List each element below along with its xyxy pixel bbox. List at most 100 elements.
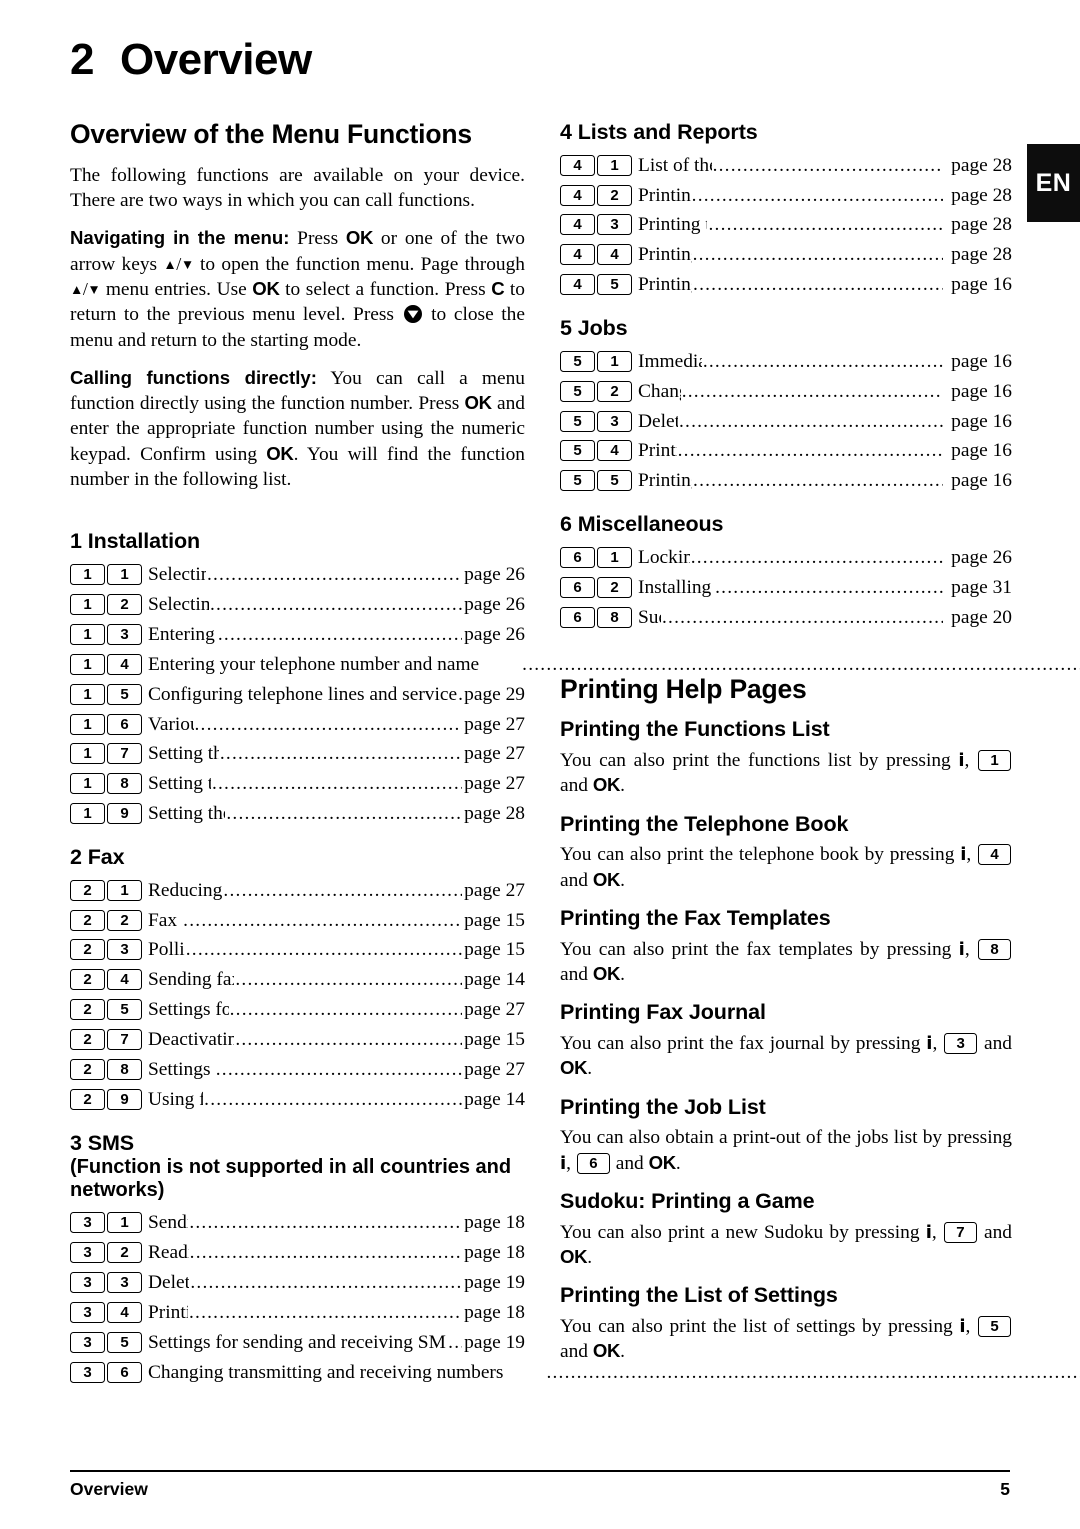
toc-entry[interactable]: 23 Polling send page 15 — [70, 935, 525, 965]
toc-entry[interactable]: 12 Selecting the language page 26 — [70, 590, 525, 620]
toc-entry[interactable]: 33 Deleting SMS page 19 — [70, 1268, 525, 1298]
toc-entry[interactable]: 18 Setting the ring volume page 27 — [70, 769, 525, 799]
section-heading-printing-help-pages: Printing Help Pages — [560, 673, 807, 704]
toc-entry[interactable]: 44 Printing the settings page 28 — [560, 240, 1012, 270]
toc-entry[interactable]: 28 Settings for fax reception page 27 — [70, 1055, 525, 1085]
key-box-1: 1 — [70, 743, 105, 765]
leader-dots — [212, 769, 462, 799]
leader-dots — [679, 407, 943, 437]
toc-entry-text: Setting the ring volume — [148, 773, 211, 795]
toc-entry[interactable]: 35 Settings for sending and receiving SM… — [70, 1328, 525, 1358]
leader-dots — [204, 1085, 462, 1115]
toc-page-ref: page 18 — [464, 1242, 525, 1264]
toc-entry[interactable]: 11 Selecting the country page 26 — [70, 560, 525, 590]
key-box: 7 — [943, 1221, 977, 1243]
key-box-2: 3 — [107, 1272, 142, 1294]
stop-key-icon — [403, 304, 423, 324]
function-code: 68 — [560, 603, 632, 633]
function-code: 11 — [70, 560, 142, 590]
toc-entry[interactable]: 24 Sending fax later (= timer function) … — [70, 965, 525, 995]
toc-page-ref: page 28 — [951, 154, 1012, 176]
key-box-2: 1 — [107, 1212, 142, 1234]
toc-entry[interactable]: 31 Sending SMS page 18 — [70, 1208, 525, 1238]
toc-entry[interactable]: 19 Setting the fax reception mode page 2… — [70, 799, 525, 829]
help-block-sudoku: Sudoku: Printing a Game You can also pri… — [560, 1189, 1012, 1270]
toc-entry-text: Installing a new toner cartridge — [638, 576, 714, 598]
toc-entry[interactable]: 17 Setting the number of rings page 27 — [70, 739, 525, 769]
toc-list-sms: 31 Sending SMS page 18 32 Reading SMS pa… — [70, 1208, 525, 1387]
toc-entry[interactable]: 16 Various settings page 27 — [70, 710, 525, 740]
key-box-2: 6 — [107, 713, 142, 735]
key-box-2: 4 — [107, 653, 142, 675]
function-code: 55 — [560, 466, 632, 496]
toc-page-ref: page 14 — [464, 1088, 525, 1110]
toc-entry[interactable]: 25 Settings for transmission reports pag… — [70, 995, 525, 1025]
toc-entry[interactable]: 34 Printing SMS page 18 — [70, 1298, 525, 1328]
leader-dots — [458, 680, 462, 710]
toc-page-ref: page 27 — [464, 713, 525, 735]
toc-entry[interactable]: 43 Printing the telephone book page 28 — [560, 210, 1012, 240]
key-box-1: 1 — [70, 713, 105, 735]
key-box-2: 2 — [107, 594, 142, 616]
group-subheading-sms: (Function is not supported in all countr… — [70, 1156, 512, 1202]
function-code: 44 — [560, 240, 632, 270]
help-block-functions-list: Printing the Functions List You can also… — [560, 717, 1012, 798]
toc-entry[interactable]: 41 List of the available functions page … — [560, 151, 1012, 181]
key-box-2: 5 — [107, 1331, 142, 1353]
function-code: 12 — [70, 590, 142, 620]
toc-entry[interactable]: 62 Installing a new toner cartridge page… — [560, 573, 1012, 603]
ok-key-label: OK — [592, 962, 621, 984]
key-box: 1 — [978, 749, 1011, 771]
help-block-telephone-book: Printing the Telephone Book You can also… — [560, 812, 1012, 893]
toc-entry[interactable]: 27 Deactivating automatic fax printout p… — [70, 1025, 525, 1055]
toc-entry[interactable]: 21 Reducing transmission speed page 27 — [70, 876, 525, 906]
toc-entry[interactable]: 36 Changing transmitting and receiving n… — [70, 1358, 525, 1388]
key-box-1: 1 — [70, 564, 105, 586]
toc-entry[interactable]: 61 Locking the device page 26 — [560, 543, 1012, 573]
toc-entry[interactable]: 51 Immediate job execution page 16 — [560, 347, 1012, 377]
nav-t5: to select a function. Press — [279, 278, 492, 300]
toc-entry[interactable]: 32 Reading SMS page 18 — [70, 1238, 525, 1268]
help-heading: Printing the Telephone Book — [560, 811, 849, 836]
leader-dots — [226, 799, 462, 829]
leader-dots — [190, 1238, 463, 1268]
toc-entry[interactable]: 29 Using fax templates page 14 — [70, 1085, 525, 1115]
toc-entry[interactable]: 68 Sudoku page 20 — [560, 603, 1012, 633]
help-t4: . — [620, 775, 626, 797]
toc-entry[interactable]: 45 Printing the jobs list page 16 — [560, 270, 1012, 300]
document-page: 2 Overview EN Overview of the Menu Functi… — [0, 0, 1080, 1529]
function-code: 24 — [70, 965, 142, 995]
toc-entry-text: Reducing transmission speed — [148, 879, 223, 901]
toc-page-ref: page 19 — [464, 1272, 525, 1294]
toc-page-ref: page 16 — [951, 350, 1012, 372]
toc-entry[interactable]: 22 Fax polling page 15 — [70, 906, 525, 936]
toc-list-jobs: 51 Immediate job execution page 16 52 Ch… — [560, 347, 1012, 496]
key-box-1: 3 — [70, 1242, 105, 1264]
key-box-2: 1 — [107, 564, 142, 586]
key-box-2: 3 — [107, 939, 142, 961]
toc-entry[interactable]: 13 Entering the date and time page 26 — [70, 620, 525, 650]
toc-entry[interactable]: 52 Changing a job page 16 — [560, 377, 1012, 407]
leader-dots — [230, 995, 463, 1025]
key-box-1: 6 — [560, 606, 595, 628]
key-box-1: 2 — [70, 969, 105, 991]
page-footer: Overview 5 — [70, 1479, 1010, 1500]
toc-entry[interactable]: 42 Printing fax journal page 28 — [560, 181, 1012, 211]
toc-entry-text: Printing the jobs list — [638, 274, 692, 296]
toc-page-ref: page 28 — [951, 184, 1012, 206]
toc-entry[interactable]: 15 Configuring telephone lines and servi… — [70, 680, 525, 710]
leader-dots — [691, 543, 943, 573]
leader-dots — [207, 560, 462, 590]
toc-entry[interactable]: 53 Deleting a job page 16 — [560, 407, 1012, 437]
key-box-1: 3 — [70, 1272, 105, 1294]
help-t2: , — [932, 1032, 944, 1054]
toc-entry[interactable]: 55 Printing the jobs list page 16 — [560, 466, 1012, 496]
ok-key-label-4: OK — [266, 442, 294, 464]
key-box-2: 2 — [597, 380, 632, 402]
toc-entry[interactable]: 54 Printing a job page 16 — [560, 436, 1012, 466]
help-t2: , — [966, 844, 977, 866]
leader-dots — [713, 151, 944, 181]
key-box-2: 1 — [107, 879, 142, 901]
toc-entry[interactable]: 14 Entering your telephone number and na… — [70, 650, 525, 680]
help-t4: . — [587, 1246, 593, 1268]
